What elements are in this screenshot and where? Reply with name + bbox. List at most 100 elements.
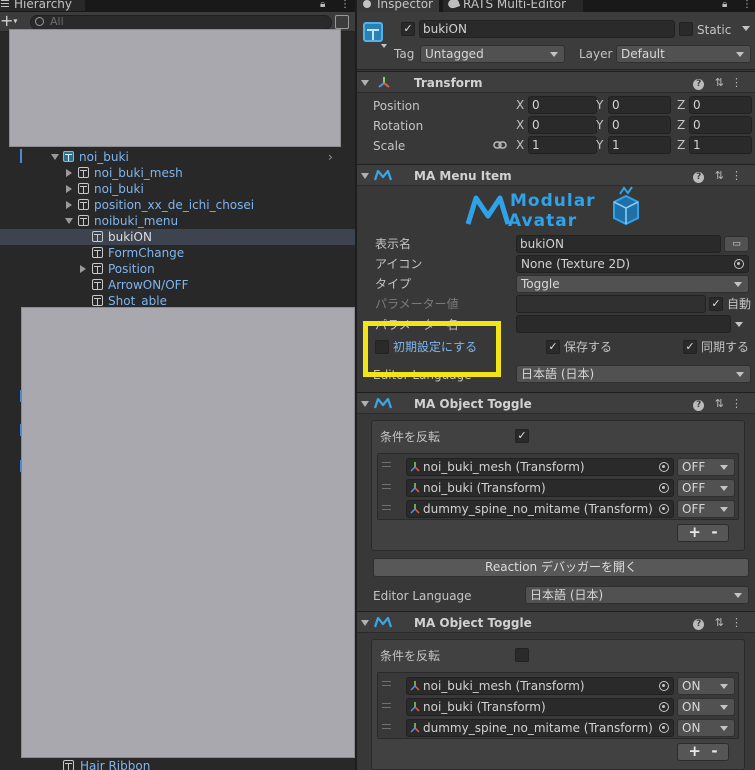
param-value-field[interactable] [516, 295, 706, 313]
position-z-field[interactable]: 0 [689, 96, 752, 114]
object-picker-icon[interactable] [659, 483, 669, 493]
link-icon[interactable] [493, 140, 507, 150]
remove-item-button[interactable]: - [711, 742, 717, 760]
list-item[interactable]: dummy_spine_no_mitame (Transform) ON [378, 718, 738, 738]
collapse-arrow-icon[interactable] [80, 265, 86, 273]
preset-icon[interactable]: ⇅ [715, 397, 731, 410]
fold-arrow-icon[interactable] [361, 620, 369, 626]
object-picker-icon[interactable] [659, 681, 669, 691]
synced-checkbox[interactable]: ✓ [683, 340, 697, 354]
icon-field[interactable]: None (Texture 2D) [516, 255, 749, 273]
axis-y-label[interactable]: Y [596, 136, 603, 154]
create-button[interactable]: +▾ [0, 13, 24, 30]
object-name-field[interactable]: bukiON [419, 20, 675, 38]
menu-item-header[interactable]: MA Menu Item ? ⇅⋮ [357, 164, 755, 186]
saved-checkbox[interactable]: ✓ [546, 340, 560, 354]
chevron-right-icon[interactable]: › [328, 149, 333, 165]
display-name-field[interactable]: bukiON [516, 235, 721, 253]
tree-row[interactable]: Hair Ribbon [0, 758, 355, 770]
tree-row[interactable]: position_xx_de_ichi_chosei [0, 197, 355, 213]
hierarchy-search-field[interactable]: All [30, 15, 332, 30]
list-item[interactable]: noi_buki_mesh (Transform) ON [378, 675, 738, 695]
object-reference-field[interactable]: noi_buki_mesh (Transform) [406, 458, 674, 476]
collapse-arrow-icon[interactable] [66, 201, 72, 209]
collapse-arrow-icon[interactable] [66, 185, 72, 193]
object-picker-icon[interactable] [659, 462, 669, 472]
tree-row[interactable]: noi_buki › [0, 149, 355, 165]
help-icon[interactable]: ? [693, 79, 705, 90]
gameobject-icon[interactable] [363, 22, 383, 42]
drag-handle-icon[interactable] [382, 505, 391, 510]
position-x-field[interactable]: 0 [528, 96, 597, 114]
state-dropdown[interactable]: OFF [677, 479, 735, 497]
lock-icon[interactable]: 🔒︎ [320, 0, 325, 11]
kebab-menu-icon[interactable]: ⋮ [731, 397, 749, 410]
drag-handle-icon[interactable] [382, 462, 391, 467]
position-y-field[interactable]: 0 [608, 96, 671, 114]
axis-y-label[interactable]: Y [596, 116, 603, 134]
drag-handle-icon[interactable] [382, 484, 391, 489]
state-dropdown[interactable]: ON [677, 698, 735, 716]
invert-condition-checkbox[interactable] [515, 648, 529, 662]
tab-inspector[interactable]: Inspector [357, 0, 439, 12]
axis-x-label[interactable]: X [516, 136, 524, 154]
object-reference-field[interactable]: noi_buki (Transform) [406, 479, 674, 497]
list-item[interactable]: noi_buki (Transform) OFF [378, 478, 738, 498]
scale-x-field[interactable]: 1 [528, 136, 597, 154]
expand-arrow-icon[interactable] [65, 218, 73, 224]
lock-icon[interactable]: 🔒︎ [722, 0, 727, 11]
object-reference-field[interactable]: dummy_spine_no_mitame (Transform) [406, 719, 674, 737]
axis-z-label[interactable]: Z [677, 116, 685, 134]
list-item[interactable]: dummy_spine_no_mitame (Transform) OFF [378, 499, 738, 519]
scale-y-field[interactable]: 1 [608, 136, 671, 154]
fold-arrow-icon[interactable] [361, 401, 369, 407]
tree-row[interactable]: noibuki_menu [0, 213, 355, 229]
preset-icon[interactable]: ⇅ [715, 76, 731, 89]
state-dropdown[interactable]: OFF [677, 500, 735, 518]
tree-row[interactable]: FormChange [0, 245, 355, 261]
reaction-debugger-button[interactable]: Reaction デバッガーを開く [373, 558, 749, 577]
help-icon[interactable]: ? [693, 172, 705, 183]
object-reference-field[interactable]: noi_buki (Transform) [406, 698, 674, 716]
list-item[interactable]: noi_buki (Transform) ON [378, 697, 738, 717]
object-picker-icon[interactable] [659, 723, 669, 733]
static-dropdown-icon[interactable] [742, 26, 750, 31]
axis-z-label[interactable]: Z [677, 96, 685, 114]
object-toggle-header[interactable]: MA Object Toggle ? ⇅⋮ [357, 392, 755, 414]
kebab-menu-icon[interactable]: ⋮ [731, 169, 749, 182]
editor-language-dropdown[interactable]: 日本語 (日本) [516, 365, 751, 383]
list-item[interactable]: noi_buki_mesh (Transform) OFF [378, 456, 738, 476]
object-picker-icon[interactable] [734, 259, 744, 269]
auto-checkbox[interactable]: ✓ [709, 297, 723, 311]
kebab-menu-icon[interactable]: ⋮ [340, 0, 350, 11]
localize-button[interactable]: ▭ [724, 236, 749, 252]
state-dropdown[interactable]: ON [677, 719, 735, 737]
tag-dropdown[interactable]: Untagged [420, 45, 565, 63]
filter-icon[interactable] [335, 15, 349, 29]
add-item-button[interactable]: + [688, 523, 701, 541]
tab-rats-multi-editor[interactable]: RATS Multi-Editor [443, 0, 583, 12]
tree-row[interactable]: noi_buki_mesh [0, 165, 355, 181]
object-picker-icon[interactable] [659, 504, 669, 514]
drag-handle-icon[interactable] [382, 724, 391, 729]
drag-handle-icon[interactable] [382, 681, 391, 686]
axis-x-label[interactable]: X [516, 116, 524, 134]
active-checkbox[interactable]: ✓ [401, 22, 415, 36]
object-reference-field[interactable]: dummy_spine_no_mitame (Transform) [406, 500, 674, 518]
kebab-menu-icon[interactable]: ⋮ [742, 0, 752, 11]
fold-arrow-icon[interactable] [361, 173, 369, 179]
tree-row[interactable]: noi_buki [0, 181, 355, 197]
drag-handle-icon[interactable] [382, 703, 391, 708]
remove-item-button[interactable]: - [711, 523, 717, 541]
expand-arrow-icon[interactable] [51, 154, 59, 160]
invert-condition-checkbox[interactable]: ✓ [515, 429, 529, 443]
scale-z-field[interactable]: 1 [689, 136, 752, 154]
add-item-button[interactable]: + [688, 742, 701, 760]
rotation-x-field[interactable]: 0 [528, 116, 597, 134]
collapse-arrow-icon[interactable] [66, 169, 72, 177]
kebab-menu-icon[interactable]: ⋮ [731, 616, 749, 629]
preset-icon[interactable]: ⇅ [715, 616, 731, 629]
param-name-field[interactable] [516, 315, 731, 333]
axis-y-label[interactable]: Y [596, 96, 603, 114]
rotation-y-field[interactable]: 0 [608, 116, 671, 134]
